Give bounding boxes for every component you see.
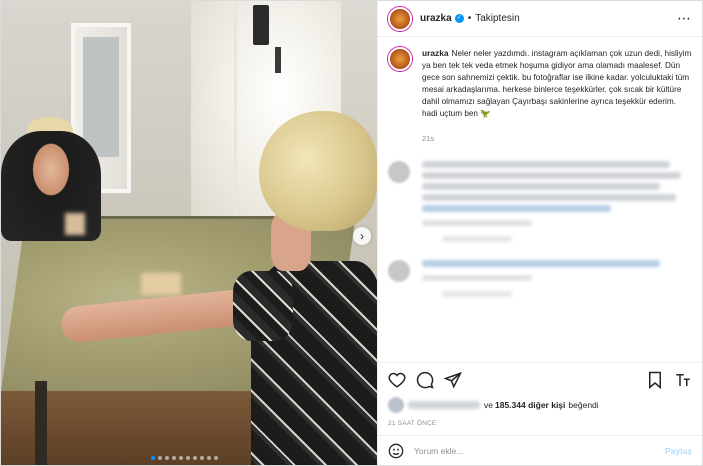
commenter-avatar[interactable] — [388, 161, 410, 183]
add-comment-bar: Paylaş — [378, 435, 702, 465]
post-comment-button[interactable]: Paylaş — [665, 446, 692, 456]
carousel-dot — [186, 456, 190, 460]
caption-time: 21s — [422, 134, 435, 143]
carousel-dot — [214, 456, 218, 460]
likes-verb: beğendi — [568, 400, 599, 410]
photo-blurred-object — [65, 213, 85, 235]
comment-icon[interactable] — [416, 371, 434, 389]
emoji-icon[interactable] — [388, 443, 404, 459]
carousel-dot — [179, 456, 183, 460]
caption-username[interactable]: urazka — [422, 48, 449, 58]
share-icon[interactable] — [443, 371, 462, 389]
caption-emoji-icon: 🦖 — [480, 109, 491, 118]
comment-text-blurred — [422, 194, 676, 201]
likes-count[interactable]: 185.344 diğer kişi — [495, 400, 565, 410]
post-photo[interactable]: › — [1, 1, 377, 465]
liker-name-blurred[interactable] — [408, 401, 480, 409]
comment-item — [388, 161, 692, 242]
photo-sleeve — [233, 271, 293, 341]
comment-text-blurred — [422, 161, 671, 168]
caption-author-avatar[interactable] — [388, 47, 412, 71]
likes-summary: ve 185.344 diğer kişi beğendi — [378, 396, 702, 414]
comment-item — [388, 260, 692, 297]
author-username[interactable]: urazka — [420, 13, 452, 24]
separator-dot: • — [467, 13, 472, 24]
photo-table-leg — [35, 381, 47, 465]
post-side-panel: urazka ✓ • Takiptesin ⋯ urazka Neler nele… — [377, 1, 702, 465]
verified-badge-icon: ✓ — [454, 14, 464, 23]
comment-text-blurred — [422, 183, 660, 190]
comment-text-blurred — [422, 205, 611, 212]
post-timestamp[interactable]: 21 SAAT ÖNCE — [378, 414, 702, 435]
caption: urazka Neler neler yazdımdı. instagram aç… — [388, 47, 692, 120]
save-bookmark-icon[interactable] — [646, 371, 664, 389]
carousel-dot — [172, 456, 176, 460]
carousel-dot — [165, 456, 169, 460]
photo-reflection-person — [1, 131, 101, 241]
carousel-dot — [158, 456, 162, 460]
carousel-dot — [151, 456, 155, 460]
caption-text: Neler neler yazdımdı. instagram açıklama… — [422, 49, 692, 118]
view-replies-blurred[interactable] — [442, 291, 512, 297]
photo-wall-lamp — [253, 5, 269, 45]
liker-avatar[interactable] — [388, 397, 404, 413]
comment-input[interactable] — [414, 445, 666, 456]
post-header: urazka ✓ • Takiptesin ⋯ — [378, 1, 702, 37]
comment-text-blurred — [422, 172, 682, 179]
instagram-post-view: › urazka ✓ • Takiptesin ⋯ urazka Neler n… — [0, 0, 703, 466]
action-bar — [378, 362, 702, 396]
carousel-dots — [151, 456, 218, 460]
carousel-dot — [207, 456, 211, 460]
author-avatar[interactable] — [388, 6, 412, 31]
comment-text-blurred — [422, 260, 660, 267]
photo-blurred-object — [141, 273, 181, 295]
view-replies-blurred[interactable] — [442, 236, 512, 242]
carousel-dot — [193, 456, 197, 460]
more-options-icon[interactable]: ⋯ — [677, 10, 692, 27]
likes-connector: ve — [484, 400, 493, 410]
follow-status[interactable]: Takiptesin — [475, 13, 519, 24]
commenter-avatar[interactable] — [388, 260, 410, 282]
carousel-dot — [200, 456, 204, 460]
carousel-next-button[interactable]: › — [353, 227, 371, 245]
photo-lamp-bulb — [275, 47, 281, 73]
comment-meta-blurred — [422, 220, 532, 226]
comment-meta-blurred — [422, 275, 532, 281]
comments-section: urazka Neler neler yazdımdı. instagram aç… — [378, 37, 702, 362]
text-size-icon[interactable] — [674, 371, 692, 389]
like-icon[interactable] — [388, 371, 406, 389]
